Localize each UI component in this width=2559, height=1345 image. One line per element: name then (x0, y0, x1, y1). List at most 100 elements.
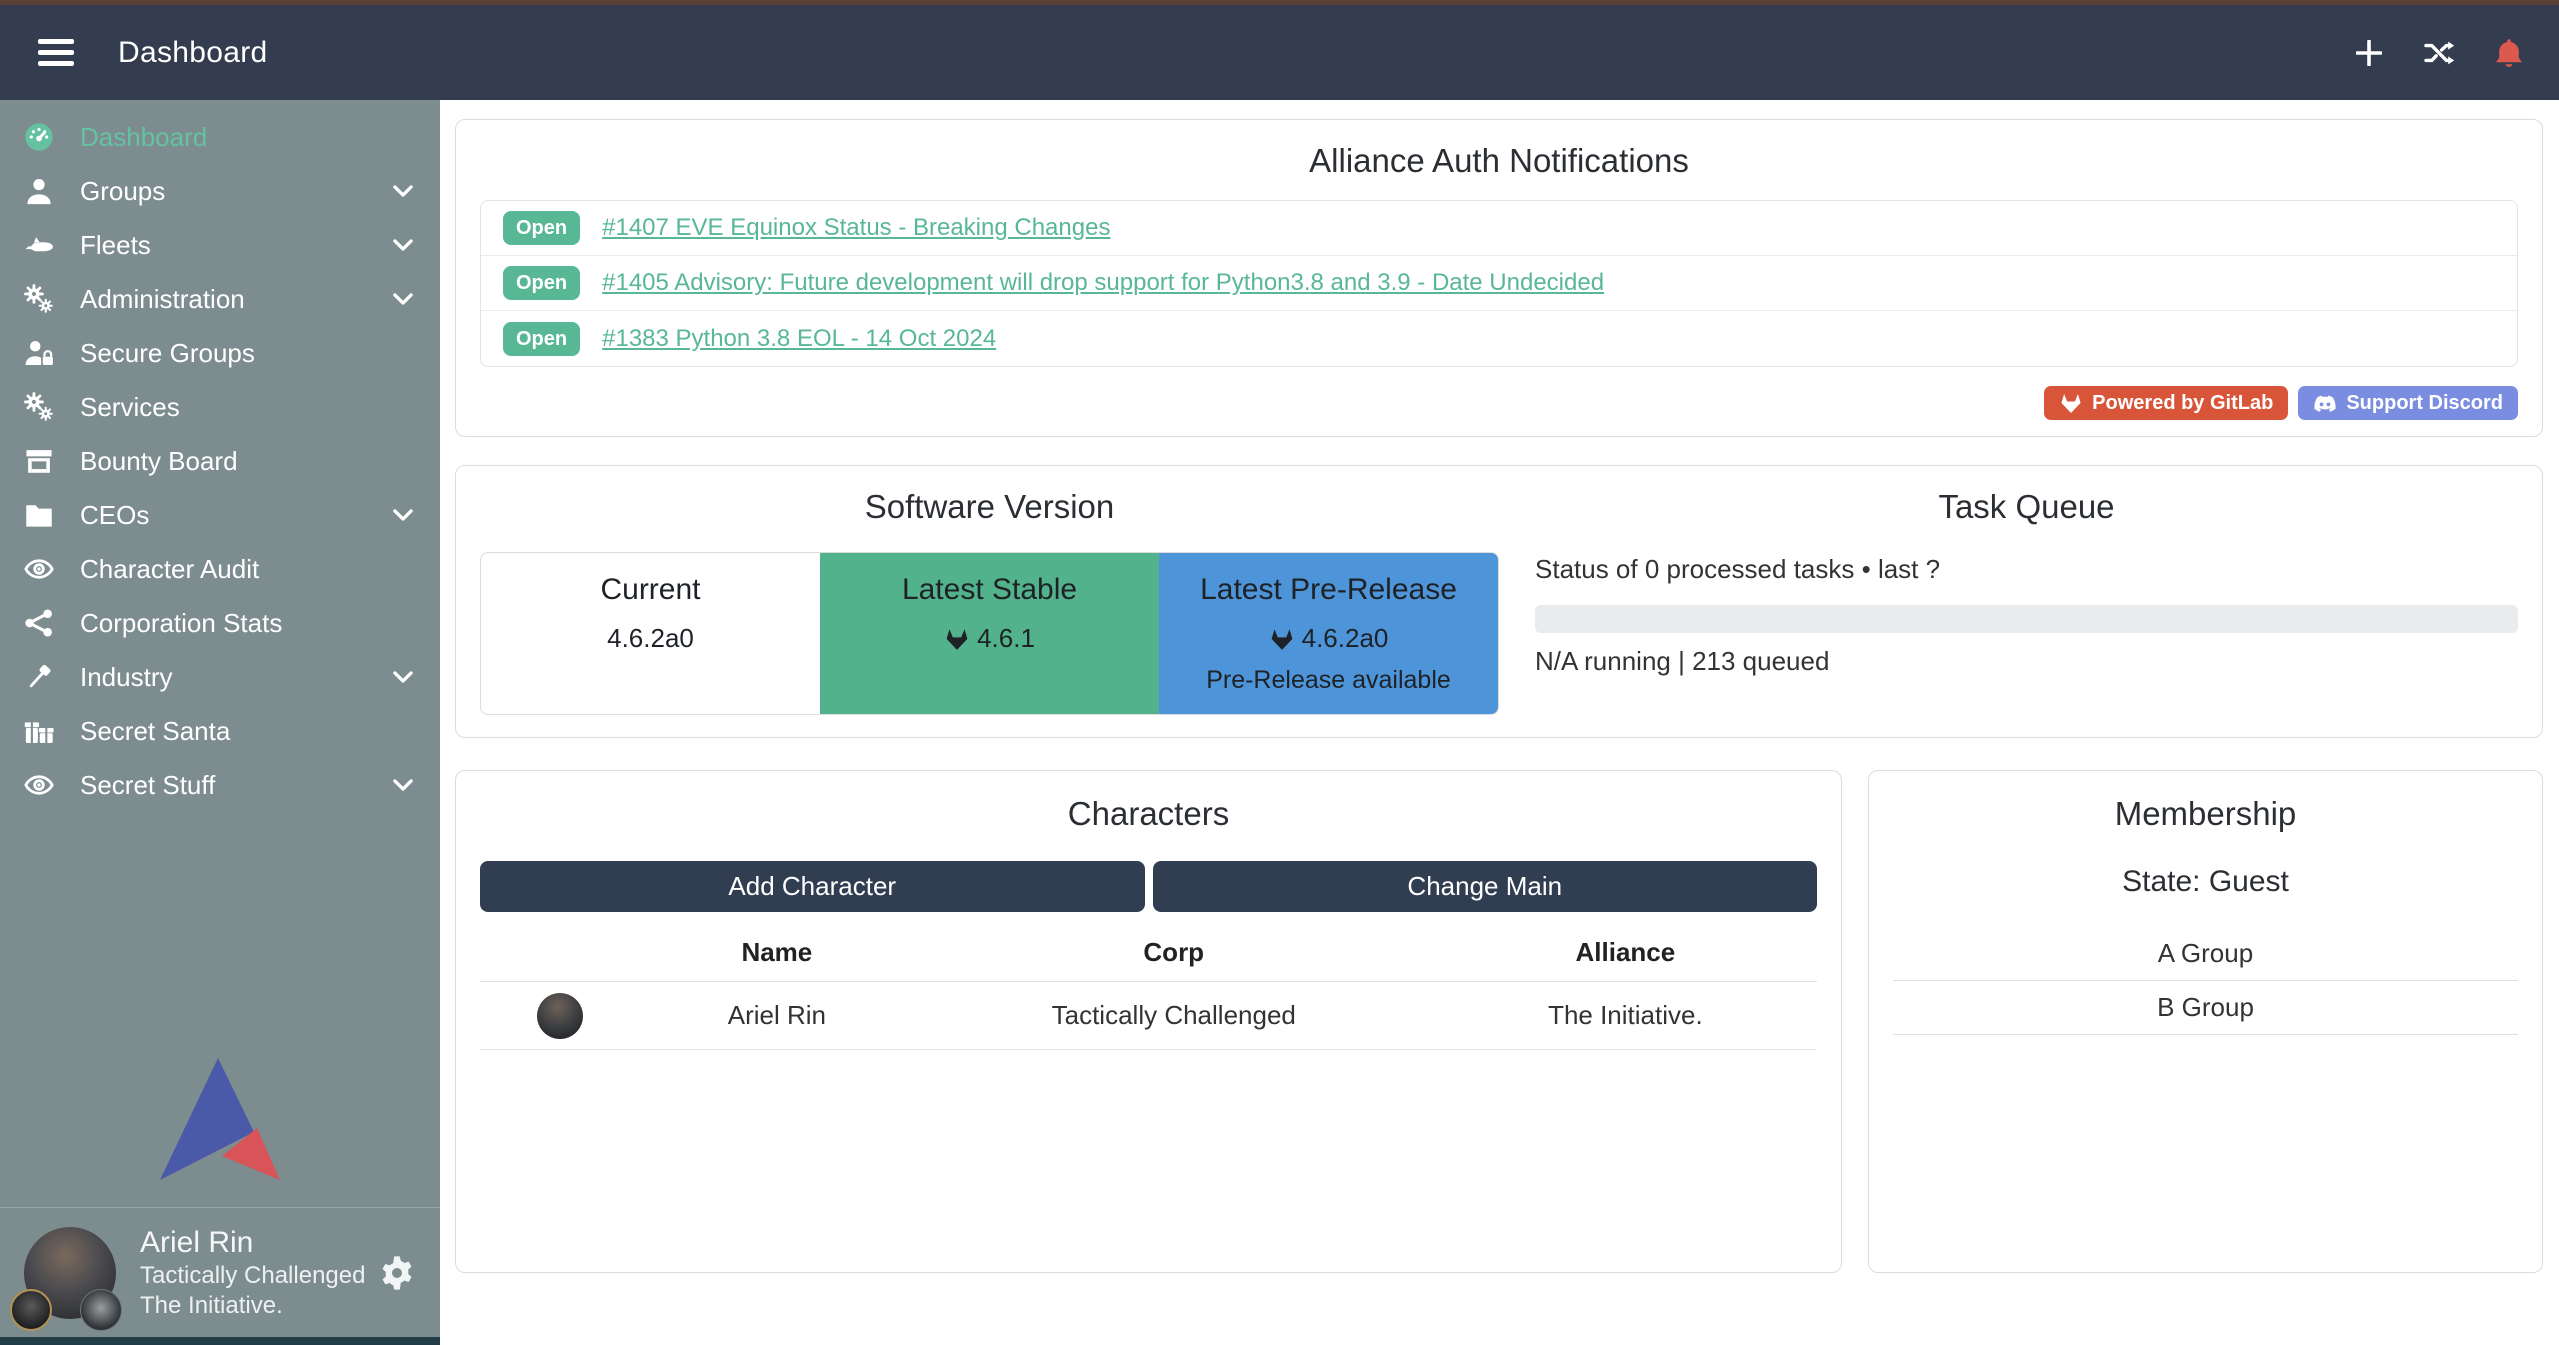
group-list-item: B Group (1893, 981, 2518, 1035)
folder-icon (24, 500, 58, 530)
sidebar-item-secure-groups[interactable]: Secure Groups (0, 326, 440, 380)
cell-character-alliance: The Initiative. (1434, 1000, 1817, 1031)
shuffle-icon[interactable] (2423, 37, 2455, 69)
bell-icon[interactable] (2493, 37, 2525, 69)
powered-by-gitlab-badge[interactable]: Powered by GitLab (2044, 386, 2288, 420)
alliance-logo-badge (80, 1289, 122, 1331)
gears-icon (24, 284, 58, 314)
add-character-button[interactable]: Add Character (480, 861, 1145, 912)
column-header-name: Name (640, 937, 914, 968)
software-version-section: Software Version Current 4.6.2a0 Latest … (480, 488, 1499, 715)
notifications-panel: Alliance Auth Notifications Open #1407 E… (455, 119, 2543, 437)
gears-icon (24, 392, 58, 422)
table-header-row: Name Corp Alliance (480, 924, 1817, 982)
group-list-item: A Group (1893, 927, 2518, 981)
user-corp: Tactically Challenged (140, 1261, 365, 1291)
notification-row: Open #1407 EVE Equinox Status - Breaking… (481, 201, 2517, 256)
notification-link[interactable]: #1405 Advisory: Future development will … (602, 269, 1604, 297)
alliance-logo (0, 1050, 440, 1182)
eye-icon (24, 770, 58, 800)
notifications-footer: Powered by GitLab Support Discord (480, 386, 2518, 420)
sidebar-item-groups[interactable]: Groups (0, 164, 440, 218)
table-row: Ariel Rin Tactically Challenged The Init… (480, 982, 1817, 1050)
task-queue-counts: N/A running | 213 queued (1535, 646, 2518, 677)
characters-table: Name Corp Alliance Ariel Rin Tactically … (480, 924, 1817, 1050)
status-badge: Open (503, 266, 580, 300)
sidebar-item-administration[interactable]: Administration (0, 272, 440, 326)
navbar-actions (2353, 37, 2525, 69)
task-queue-progress-bar (1535, 605, 2518, 633)
sidebar-item-label: Groups (80, 176, 165, 207)
space-shuttle-icon (24, 230, 58, 260)
gitlab-icon (2059, 391, 2083, 415)
column-header-alliance: Alliance (1434, 937, 1817, 968)
user-alliance: The Initiative. (140, 1291, 365, 1321)
sidebar-item-label: Industry (80, 662, 173, 693)
notification-row: Open #1383 Python 3.8 EOL - 14 Oct 2024 (481, 311, 2517, 366)
version-box: Current 4.6.2a0 Latest Stable 4.6.1 Late… (480, 552, 1499, 715)
sidebar-footer-bar (0, 1337, 440, 1345)
gitlab-icon (1269, 626, 1295, 652)
sidebar-item-label: Corporation Stats (80, 608, 282, 639)
menu-toggle-icon[interactable] (38, 33, 74, 72)
notification-link[interactable]: #1407 EVE Equinox Status - Breaking Chan… (602, 214, 1110, 242)
sidebar-item-label: Bounty Board (80, 446, 238, 477)
sidebar-item-label: Services (80, 392, 180, 423)
task-queue-section: Task Queue Status of 0 processed tasks •… (1499, 488, 2518, 715)
discord-icon (2313, 391, 2337, 415)
user-icon (24, 176, 58, 206)
character-avatar (537, 993, 583, 1039)
sidebar-item-corporation-stats[interactable]: Corporation Stats (0, 596, 440, 650)
membership-title: Membership (1893, 795, 2518, 833)
software-version-task-queue-panel: Software Version Current 4.6.2a0 Latest … (455, 465, 2543, 738)
sidebar-item-character-audit[interactable]: Character Audit (0, 542, 440, 596)
sidebar-item-services[interactable]: Services (0, 380, 440, 434)
sidebar-item-label: Administration (80, 284, 245, 315)
user-name: Ariel Rin (140, 1224, 365, 1262)
gifts-icon (24, 716, 58, 746)
sidebar-item-dashboard[interactable]: Dashboard (0, 110, 440, 164)
sidebar-item-label: Secret Stuff (80, 770, 215, 801)
sidebar-item-label: Character Audit (80, 554, 259, 585)
sidebar-item-label: Secret Santa (80, 716, 230, 747)
sidebar-item-secret-santa[interactable]: Secret Santa (0, 704, 440, 758)
sidebar-item-label: CEOs (80, 500, 149, 531)
hammer-icon (24, 662, 58, 692)
user-texts: Ariel Rin Tactically Challenged The Init… (140, 1224, 365, 1322)
group-list: A Group B Group (1893, 927, 2518, 1035)
user-panel[interactable]: Ariel Rin Tactically Challenged The Init… (0, 1208, 440, 1337)
sidebar-item-secret-stuff[interactable]: Secret Stuff (0, 758, 440, 812)
top-navbar: Dashboard (0, 5, 2559, 100)
sidebar-item-bounty-board[interactable]: Bounty Board (0, 434, 440, 488)
software-version-title: Software Version (480, 488, 1499, 526)
version-latest-prerelease: Latest Pre-Release 4.6.2a0 Pre-Release a… (1159, 553, 1498, 714)
plus-icon[interactable] (2353, 37, 2385, 69)
sidebar-item-fleets[interactable]: Fleets (0, 218, 440, 272)
prerelease-note: Pre-Release available (1206, 666, 1451, 695)
notifications-title: Alliance Auth Notifications (480, 142, 2518, 180)
sidebar-item-industry[interactable]: Industry (0, 650, 440, 704)
sidebar-item-label: Fleets (80, 230, 151, 261)
chevron-down-icon (390, 664, 416, 690)
status-badge: Open (503, 211, 580, 245)
task-queue-status: Status of 0 processed tasks • last ? (1535, 554, 2518, 585)
version-current: Current 4.6.2a0 (481, 553, 820, 714)
sidebar-item-ceos[interactable]: CEOs (0, 488, 440, 542)
chevron-down-icon (390, 286, 416, 312)
corp-logo (10, 1289, 52, 1331)
sidebar-item-label: Secure Groups (80, 338, 255, 369)
support-discord-badge[interactable]: Support Discord (2298, 386, 2518, 420)
gauge-icon (24, 122, 58, 152)
sidebar-item-label: Dashboard (80, 122, 207, 153)
cell-character-name: Ariel Rin (640, 1000, 914, 1031)
version-latest-stable: Latest Stable 4.6.1 (820, 553, 1159, 714)
notification-link[interactable]: #1383 Python 3.8 EOL - 14 Oct 2024 (602, 325, 996, 353)
change-main-button[interactable]: Change Main (1153, 861, 1818, 912)
sidebar: Dashboard Groups Fleets (0, 100, 440, 1345)
user-avatar (24, 1227, 116, 1319)
chevron-down-icon (390, 232, 416, 258)
settings-gear-icon[interactable] (378, 1254, 416, 1292)
cell-character-corp: Tactically Challenged (914, 1000, 1434, 1031)
notification-row: Open #1405 Advisory: Future development … (481, 256, 2517, 311)
membership-panel: Membership State: Guest A Group B Group (1868, 770, 2543, 1273)
